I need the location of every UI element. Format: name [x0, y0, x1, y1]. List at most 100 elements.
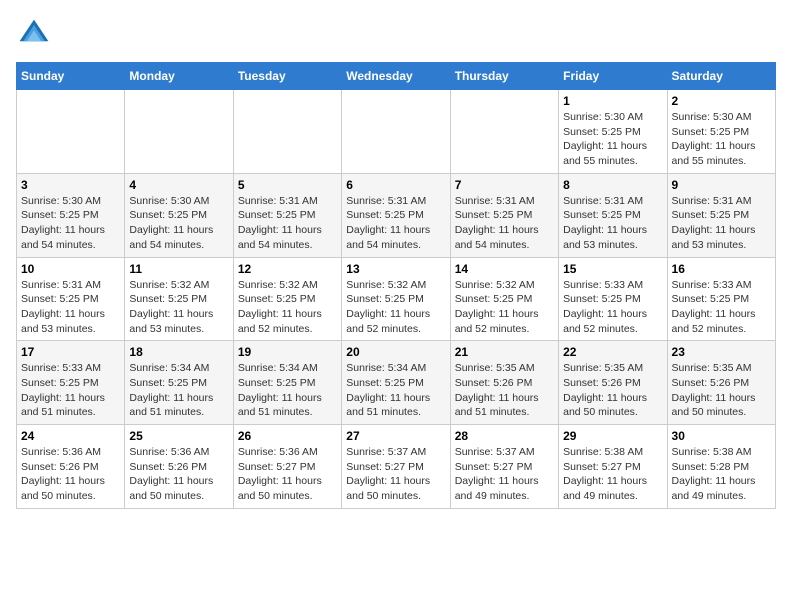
day-info: Sunrise: 5:31 AMSunset: 5:25 PMDaylight:…: [346, 194, 445, 253]
calendar-cell: 8 Sunrise: 5:31 AMSunset: 5:25 PMDaylight…: [559, 173, 667, 257]
day-info: Sunrise: 5:31 AMSunset: 5:25 PMDaylight:…: [563, 194, 662, 253]
calendar-cell: 16 Sunrise: 5:33 AMSunset: 5:25 PMDayligh…: [667, 257, 775, 341]
calendar-cell: 6 Sunrise: 5:31 AMSunset: 5:25 PMDaylight…: [342, 173, 450, 257]
day-info: Sunrise: 5:31 AMSunset: 5:25 PMDaylight:…: [21, 278, 120, 337]
calendar-cell: 19 Sunrise: 5:34 AMSunset: 5:25 PMDayligh…: [233, 341, 341, 425]
weekday-header: Tuesday: [233, 63, 341, 90]
day-info: Sunrise: 5:36 AMSunset: 5:26 PMDaylight:…: [21, 445, 120, 504]
calendar-cell: 20 Sunrise: 5:34 AMSunset: 5:25 PMDayligh…: [342, 341, 450, 425]
day-info: Sunrise: 5:35 AMSunset: 5:26 PMDaylight:…: [455, 361, 554, 420]
calendar-cell: 17 Sunrise: 5:33 AMSunset: 5:25 PMDayligh…: [17, 341, 125, 425]
day-number: 16: [672, 262, 771, 276]
day-number: 3: [21, 178, 120, 192]
weekday-header: Saturday: [667, 63, 775, 90]
day-info: Sunrise: 5:31 AMSunset: 5:25 PMDaylight:…: [238, 194, 337, 253]
calendar-cell: 18Sunrise: 5:34 AMSunset: 5:25 PMDayligh…: [125, 341, 233, 425]
day-number: 7: [455, 178, 554, 192]
calendar-cell: 28 Sunrise: 5:37 AMSunset: 5:27 PMDayligh…: [450, 425, 558, 509]
calendar-cell: 15 Sunrise: 5:33 AMSunset: 5:25 PMDayligh…: [559, 257, 667, 341]
day-number: 18: [129, 345, 228, 359]
day-number: 29: [563, 429, 662, 443]
calendar-cell: 4 Sunrise: 5:30 AMSunset: 5:25 PMDaylight…: [125, 173, 233, 257]
day-number: 19: [238, 345, 337, 359]
calendar-header-row: SundayMondayTuesdayWednesdayThursdayFrid…: [17, 63, 776, 90]
calendar-cell: 25Sunrise: 5:36 AMSunset: 5:26 PMDayligh…: [125, 425, 233, 509]
page-header: [16, 16, 776, 52]
day-number: 8: [563, 178, 662, 192]
day-info: Sunrise: 5:34 AMSunset: 5:25 PMDaylight:…: [238, 361, 337, 420]
logo-icon: [16, 16, 52, 52]
day-info: Sunrise: 5:30 AMSunset: 5:25 PMDaylight:…: [563, 110, 662, 169]
calendar-cell: 11Sunrise: 5:32 AMSunset: 5:25 PMDayligh…: [125, 257, 233, 341]
calendar-cell: 5Sunrise: 5:31 AMSunset: 5:25 PMDaylight…: [233, 173, 341, 257]
day-info: Sunrise: 5:36 AMSunset: 5:27 PMDaylight:…: [238, 445, 337, 504]
day-number: 17: [21, 345, 120, 359]
calendar-week-row: 10Sunrise: 5:31 AMSunset: 5:25 PMDayligh…: [17, 257, 776, 341]
day-info: Sunrise: 5:32 AMSunset: 5:25 PMDaylight:…: [129, 278, 228, 337]
day-info: Sunrise: 5:38 AMSunset: 5:28 PMDaylight:…: [672, 445, 771, 504]
weekday-header: Thursday: [450, 63, 558, 90]
calendar-table: SundayMondayTuesdayWednesdayThursdayFrid…: [16, 62, 776, 509]
logo: [16, 16, 56, 52]
weekday-header: Wednesday: [342, 63, 450, 90]
calendar-cell: 1 Sunrise: 5:30 AMSunset: 5:25 PMDaylight…: [559, 90, 667, 174]
calendar-cell: 26Sunrise: 5:36 AMSunset: 5:27 PMDayligh…: [233, 425, 341, 509]
day-info: Sunrise: 5:33 AMSunset: 5:25 PMDaylight:…: [21, 361, 120, 420]
day-info: Sunrise: 5:36 AMSunset: 5:26 PMDaylight:…: [129, 445, 228, 504]
day-info: Sunrise: 5:35 AMSunset: 5:26 PMDaylight:…: [563, 361, 662, 420]
calendar-cell: [342, 90, 450, 174]
calendar-cell: 27 Sunrise: 5:37 AMSunset: 5:27 PMDayligh…: [342, 425, 450, 509]
calendar-week-row: 3 Sunrise: 5:30 AMSunset: 5:25 PMDaylight…: [17, 173, 776, 257]
day-number: 13: [346, 262, 445, 276]
calendar-cell: [17, 90, 125, 174]
day-info: Sunrise: 5:30 AMSunset: 5:25 PMDaylight:…: [21, 194, 120, 253]
day-number: 1: [563, 94, 662, 108]
day-number: 20: [346, 345, 445, 359]
day-info: Sunrise: 5:32 AMSunset: 5:25 PMDaylight:…: [346, 278, 445, 337]
calendar-cell: 22 Sunrise: 5:35 AMSunset: 5:26 PMDayligh…: [559, 341, 667, 425]
day-info: Sunrise: 5:31 AMSunset: 5:25 PMDaylight:…: [672, 194, 771, 253]
calendar-cell: [450, 90, 558, 174]
calendar-cell: 14 Sunrise: 5:32 AMSunset: 5:25 PMDayligh…: [450, 257, 558, 341]
day-number: 14: [455, 262, 554, 276]
day-number: 4: [129, 178, 228, 192]
calendar-cell: 10Sunrise: 5:31 AMSunset: 5:25 PMDayligh…: [17, 257, 125, 341]
day-info: Sunrise: 5:37 AMSunset: 5:27 PMDaylight:…: [455, 445, 554, 504]
day-number: 27: [346, 429, 445, 443]
day-info: Sunrise: 5:30 AMSunset: 5:25 PMDaylight:…: [129, 194, 228, 253]
weekday-header: Friday: [559, 63, 667, 90]
day-info: Sunrise: 5:34 AMSunset: 5:25 PMDaylight:…: [346, 361, 445, 420]
day-info: Sunrise: 5:31 AMSunset: 5:25 PMDaylight:…: [455, 194, 554, 253]
day-info: Sunrise: 5:33 AMSunset: 5:25 PMDaylight:…: [672, 278, 771, 337]
calendar-cell: [125, 90, 233, 174]
calendar-cell: [233, 90, 341, 174]
day-info: Sunrise: 5:38 AMSunset: 5:27 PMDaylight:…: [563, 445, 662, 504]
day-number: 12: [238, 262, 337, 276]
day-number: 9: [672, 178, 771, 192]
day-number: 6: [346, 178, 445, 192]
day-info: Sunrise: 5:30 AMSunset: 5:25 PMDaylight:…: [672, 110, 771, 169]
day-number: 24: [21, 429, 120, 443]
calendar-cell: 30Sunrise: 5:38 AMSunset: 5:28 PMDayligh…: [667, 425, 775, 509]
day-info: Sunrise: 5:33 AMSunset: 5:25 PMDaylight:…: [563, 278, 662, 337]
day-number: 2: [672, 94, 771, 108]
calendar-cell: 9 Sunrise: 5:31 AMSunset: 5:25 PMDaylight…: [667, 173, 775, 257]
day-info: Sunrise: 5:35 AMSunset: 5:26 PMDaylight:…: [672, 361, 771, 420]
day-info: Sunrise: 5:37 AMSunset: 5:27 PMDaylight:…: [346, 445, 445, 504]
day-number: 21: [455, 345, 554, 359]
calendar-cell: 29 Sunrise: 5:38 AMSunset: 5:27 PMDayligh…: [559, 425, 667, 509]
calendar-cell: 3 Sunrise: 5:30 AMSunset: 5:25 PMDaylight…: [17, 173, 125, 257]
calendar-week-row: 1 Sunrise: 5:30 AMSunset: 5:25 PMDaylight…: [17, 90, 776, 174]
calendar-cell: 21 Sunrise: 5:35 AMSunset: 5:26 PMDayligh…: [450, 341, 558, 425]
day-number: 15: [563, 262, 662, 276]
calendar-week-row: 17 Sunrise: 5:33 AMSunset: 5:25 PMDayligh…: [17, 341, 776, 425]
calendar-week-row: 24 Sunrise: 5:36 AMSunset: 5:26 PMDayligh…: [17, 425, 776, 509]
weekday-header: Sunday: [17, 63, 125, 90]
day-info: Sunrise: 5:32 AMSunset: 5:25 PMDaylight:…: [455, 278, 554, 337]
day-info: Sunrise: 5:32 AMSunset: 5:25 PMDaylight:…: [238, 278, 337, 337]
day-number: 28: [455, 429, 554, 443]
calendar-cell: 13 Sunrise: 5:32 AMSunset: 5:25 PMDayligh…: [342, 257, 450, 341]
calendar-cell: 24 Sunrise: 5:36 AMSunset: 5:26 PMDayligh…: [17, 425, 125, 509]
day-number: 22: [563, 345, 662, 359]
calendar-cell: 2 Sunrise: 5:30 AMSunset: 5:25 PMDaylight…: [667, 90, 775, 174]
